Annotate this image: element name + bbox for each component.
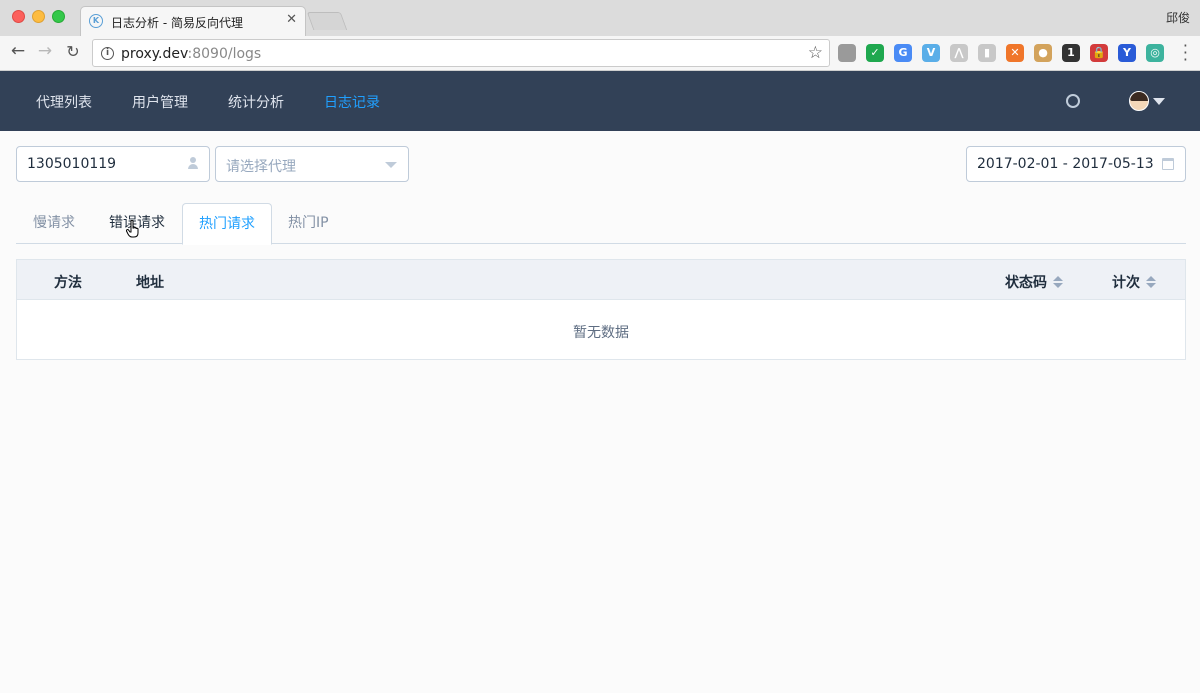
tree-extension-icon[interactable]: ⋀ (950, 44, 968, 62)
forward-arrow-icon[interactable]: → (34, 41, 56, 61)
browser-toolbar: ← → ↻ i proxy.dev:8090/logs ☆ ✓ G V ⋀ ▮ ✕ ● 1 🔒 Y… (0, 36, 1200, 71)
logs-table: 方法 地址 状态码 计次 暂无数据 (16, 259, 1186, 360)
back-arrow-icon[interactable]: ← (7, 41, 29, 61)
vimeo-extension-icon[interactable]: V (922, 44, 940, 62)
nav-item-proxy-list[interactable]: 代理列表 (36, 92, 92, 112)
table-header: 方法 地址 状态码 计次 (17, 260, 1185, 300)
chevron-down-icon[interactable] (1153, 98, 1165, 105)
browser-menu-icon[interactable]: · · · (1183, 38, 1188, 68)
user-id-value: 1305010119 (27, 156, 117, 172)
globe-extension-icon[interactable]: ◎ (1146, 44, 1164, 62)
mic-extension-icon[interactable]: ▮ (978, 44, 996, 62)
lock-extension-icon[interactable]: 🔒 (1090, 44, 1108, 62)
maximize-window-button[interactable] (52, 10, 65, 23)
tab-title: 日志分析 - 简易反向代理 (111, 16, 243, 30)
bookmark-star-icon[interactable]: ☆ (808, 43, 823, 63)
empty-state-text: 暂无数据 (573, 325, 629, 341)
orange-extension-icon[interactable]: ✕ (1006, 44, 1024, 62)
app-navbar: 代理列表 用户管理 统计分析 日志记录 (0, 71, 1200, 131)
tab-slow-requests[interactable]: 慢请求 (17, 203, 91, 244)
calendar-icon (1162, 158, 1174, 170)
hand-cursor-icon (126, 220, 139, 238)
proxy-select[interactable]: 请选择代理 (215, 146, 409, 182)
extensions-bar: ✓ G V ⋀ ▮ ✕ ● 1 🔒 Y ◎ (838, 44, 1164, 62)
translate-extension-icon[interactable]: G (894, 44, 912, 62)
tab-close-icon[interactable]: ✕ (286, 12, 297, 27)
column-header-method: 方法 (54, 275, 82, 291)
circle-extension-icon[interactable] (838, 44, 856, 62)
close-window-button[interactable] (12, 10, 25, 23)
chevron-down-icon (385, 162, 397, 168)
user-id-input[interactable]: 1305010119 (16, 146, 210, 182)
favicon-icon: K (89, 14, 103, 28)
minimize-window-button[interactable] (32, 10, 45, 23)
tab-hot-requests[interactable]: 热门请求 (182, 203, 272, 245)
reload-icon[interactable]: ↻ (62, 42, 84, 61)
address-bar[interactable]: i proxy.dev:8090/logs ☆ (92, 39, 830, 67)
shield-extension-icon[interactable]: ✓ (866, 44, 884, 62)
nav-item-logs[interactable]: 日志记录 (324, 92, 380, 112)
y-extension-icon[interactable]: Y (1118, 44, 1136, 62)
url-text[interactable]: proxy.dev:8090/logs (121, 46, 261, 62)
info-icon[interactable]: i (101, 47, 114, 60)
nav-item-statistics[interactable]: 统计分析 (228, 92, 284, 112)
browser-tab[interactable]: K 日志分析 - 简易反向代理 ✕ (80, 6, 306, 36)
browser-titlebar: K 日志分析 - 简易反向代理 ✕ 邱俊 (0, 0, 1200, 36)
profile-name[interactable]: 邱俊 (1166, 9, 1190, 26)
badge-extension-icon[interactable]: 1 (1062, 44, 1080, 62)
column-header-count[interactable]: 计次 (1112, 272, 1156, 292)
github-icon[interactable] (1066, 94, 1080, 108)
column-header-address: 地址 (136, 275, 164, 291)
proxy-select-placeholder: 请选择代理 (226, 159, 296, 175)
cookie-extension-icon[interactable]: ● (1034, 44, 1052, 62)
log-tabs: 慢请求 错误请求 热门请求 热门IP (16, 203, 1186, 245)
sort-icon[interactable] (1053, 275, 1063, 289)
user-icon (188, 157, 198, 169)
nav-item-user-management[interactable]: 用户管理 (132, 92, 188, 112)
column-header-status-code[interactable]: 状态码 (1005, 272, 1063, 292)
tab-hot-ip[interactable]: 热门IP (272, 203, 345, 244)
new-tab-button[interactable] (306, 12, 348, 30)
sort-icon[interactable] (1146, 275, 1156, 289)
date-range-value: 2017-02-01 - 2017-05-13 (977, 156, 1154, 172)
avatar[interactable] (1129, 91, 1149, 111)
date-range-picker[interactable]: 2017-02-01 - 2017-05-13 (966, 146, 1186, 182)
